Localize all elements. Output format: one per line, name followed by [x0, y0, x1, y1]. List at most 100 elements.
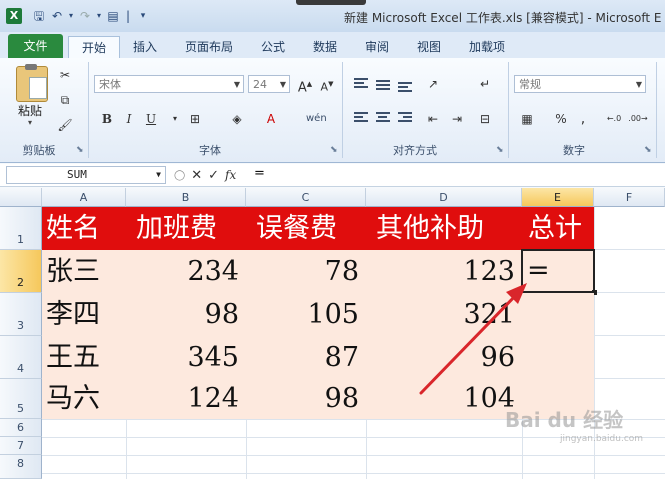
save-icon[interactable]: 🖫	[30, 8, 48, 24]
wrap-text-icon[interactable]: ↵	[476, 75, 494, 93]
align-middle-icon[interactable]	[376, 80, 390, 92]
cancel-icon[interactable]: ✕	[191, 168, 202, 183]
row-header-6[interactable]: 6	[0, 419, 42, 437]
redo-icon[interactable]: ↷	[76, 8, 94, 24]
tab-review[interactable]: 审阅	[358, 36, 396, 58]
accounting-format-icon[interactable]: ▦	[518, 110, 536, 128]
comma-style-icon[interactable]: ,	[574, 110, 592, 128]
percent-button[interactable]: %	[552, 110, 570, 128]
header-cell-name[interactable]: 姓名	[42, 207, 126, 250]
increase-indent-icon[interactable]: ⇥	[448, 110, 466, 128]
chevron-down-icon[interactable]: ▾	[166, 110, 184, 128]
data-cell-b5[interactable]: 124	[126, 379, 246, 419]
select-all-corner[interactable]	[0, 188, 42, 207]
increase-decimal-icon[interactable]: ←.0	[604, 110, 624, 128]
chevron-down-icon[interactable]: ▾	[66, 8, 76, 24]
data-cell-d2[interactable]: 123	[366, 250, 522, 293]
column-header-e[interactable]: E	[522, 188, 594, 207]
dialog-launcher-icon[interactable]: ⬊	[496, 145, 504, 155]
align-top-icon[interactable]	[354, 78, 368, 90]
data-cell-b3[interactable]: 98	[126, 293, 246, 336]
undo-icon[interactable]: ↶	[48, 8, 66, 24]
align-center-icon[interactable]	[376, 112, 390, 124]
data-cell-b2[interactable]: 234	[126, 250, 246, 293]
column-f-area[interactable]	[594, 207, 665, 419]
chevron-down-icon[interactable]: ▾	[94, 8, 104, 24]
enter-icon[interactable]: ✓	[208, 168, 219, 183]
row-header-5[interactable]: 5	[0, 379, 42, 419]
data-cell-d4[interactable]: 96	[366, 336, 522, 379]
column-header-d[interactable]: D	[366, 188, 522, 207]
data-cell-c3[interactable]: 105	[246, 293, 366, 336]
header-cell-total[interactable]: 总计	[522, 207, 594, 250]
row-header-2[interactable]: 2	[0, 250, 42, 293]
chevron-down-icon[interactable]: ▾	[28, 118, 32, 127]
bold-button[interactable]: B	[98, 110, 116, 128]
font-name-combo[interactable]: 宋体 ▼	[94, 75, 244, 93]
phonetic-guide-icon[interactable]: wén	[306, 110, 327, 128]
row-header-7[interactable]: 7	[0, 437, 42, 455]
merge-center-icon[interactable]: ⊟	[476, 110, 494, 128]
data-cell-d5[interactable]: 104	[366, 379, 522, 419]
grow-font-icon[interactable]: A▲	[296, 75, 314, 95]
customize-icon[interactable]: ▾	[134, 8, 152, 24]
tab-file[interactable]: 文件	[8, 34, 63, 58]
borders-icon[interactable]: ⊞	[186, 110, 204, 128]
row-header-4[interactable]: 4	[0, 336, 42, 379]
underline-button[interactable]: U	[142, 110, 160, 128]
paste-button[interactable]: 粘贴	[18, 102, 42, 119]
shrink-font-icon[interactable]: A▼	[318, 75, 336, 94]
header-cell-overtime[interactable]: 加班费	[126, 207, 246, 250]
data-cell-d3[interactable]: 321	[366, 293, 522, 336]
row-header-3[interactable]: 3	[0, 293, 42, 336]
header-cell-other[interactable]: 其他补助	[366, 207, 522, 250]
data-cell-b4[interactable]: 345	[126, 336, 246, 379]
column-header-b[interactable]: B	[126, 188, 246, 207]
fill-color-icon[interactable]: ◈	[228, 110, 246, 128]
data-cell-a4[interactable]: 王五	[42, 336, 126, 379]
decrease-decimal-icon[interactable]: .00→	[628, 110, 648, 128]
excel-app-icon[interactable]: X	[6, 8, 22, 24]
decrease-indent-icon[interactable]: ⇤	[424, 110, 442, 128]
tab-page-layout[interactable]: 页面布局	[178, 36, 240, 58]
column-header-f[interactable]: F	[594, 188, 665, 207]
column-header-c[interactable]: C	[246, 188, 366, 207]
data-cell-e3[interactable]	[522, 293, 594, 336]
data-cell-a2[interactable]: 张三	[42, 250, 126, 293]
row-header-8[interactable]: 8	[0, 455, 42, 479]
tab-insert[interactable]: 插入	[126, 36, 164, 58]
font-color-icon[interactable]: A	[262, 110, 280, 128]
paste-icon[interactable]	[16, 64, 48, 102]
data-cell-a3[interactable]: 李四	[42, 293, 126, 336]
name-box[interactable]: SUM ▼	[6, 166, 166, 184]
align-left-icon[interactable]	[354, 112, 368, 124]
expand-icon[interactable]: ◯	[174, 170, 185, 181]
row-header-1[interactable]: 1	[0, 207, 42, 250]
data-cell-c5[interactable]: 98	[246, 379, 366, 419]
data-cell-a5[interactable]: 马六	[42, 379, 126, 419]
tab-data[interactable]: 数据	[306, 36, 344, 58]
tab-formulas[interactable]: 公式	[254, 36, 292, 58]
data-cell-c2[interactable]: 78	[246, 250, 366, 293]
data-cell-e4[interactable]	[522, 336, 594, 379]
cut-icon[interactable]: ✂	[56, 66, 74, 84]
active-cell-e2[interactable]: =	[521, 249, 595, 293]
formula-input[interactable]: =	[254, 166, 265, 181]
insert-function-button[interactable]: fx	[225, 168, 236, 182]
orientation-icon[interactable]: ↗	[424, 75, 442, 93]
dialog-launcher-icon[interactable]: ⬊	[644, 145, 652, 155]
number-format-combo[interactable]: 常规 ▼	[514, 75, 646, 93]
font-size-combo[interactable]: 24 ▼	[248, 75, 290, 93]
italic-button[interactable]: I	[120, 110, 138, 128]
format-painter-icon[interactable]: 🖌	[56, 116, 74, 134]
copy-icon[interactable]: ⧉	[56, 91, 74, 109]
align-bottom-icon[interactable]	[398, 82, 412, 94]
data-cell-c4[interactable]: 87	[246, 336, 366, 379]
dialog-launcher-icon[interactable]: ⬊	[76, 145, 84, 155]
tab-addins[interactable]: 加载项	[462, 36, 512, 58]
tab-view[interactable]: 视图	[410, 36, 448, 58]
print-preview-icon[interactable]: ▤	[104, 8, 122, 24]
align-right-icon[interactable]	[398, 112, 412, 124]
column-header-a[interactable]: A	[42, 188, 126, 207]
tab-home[interactable]: 开始	[68, 36, 120, 60]
